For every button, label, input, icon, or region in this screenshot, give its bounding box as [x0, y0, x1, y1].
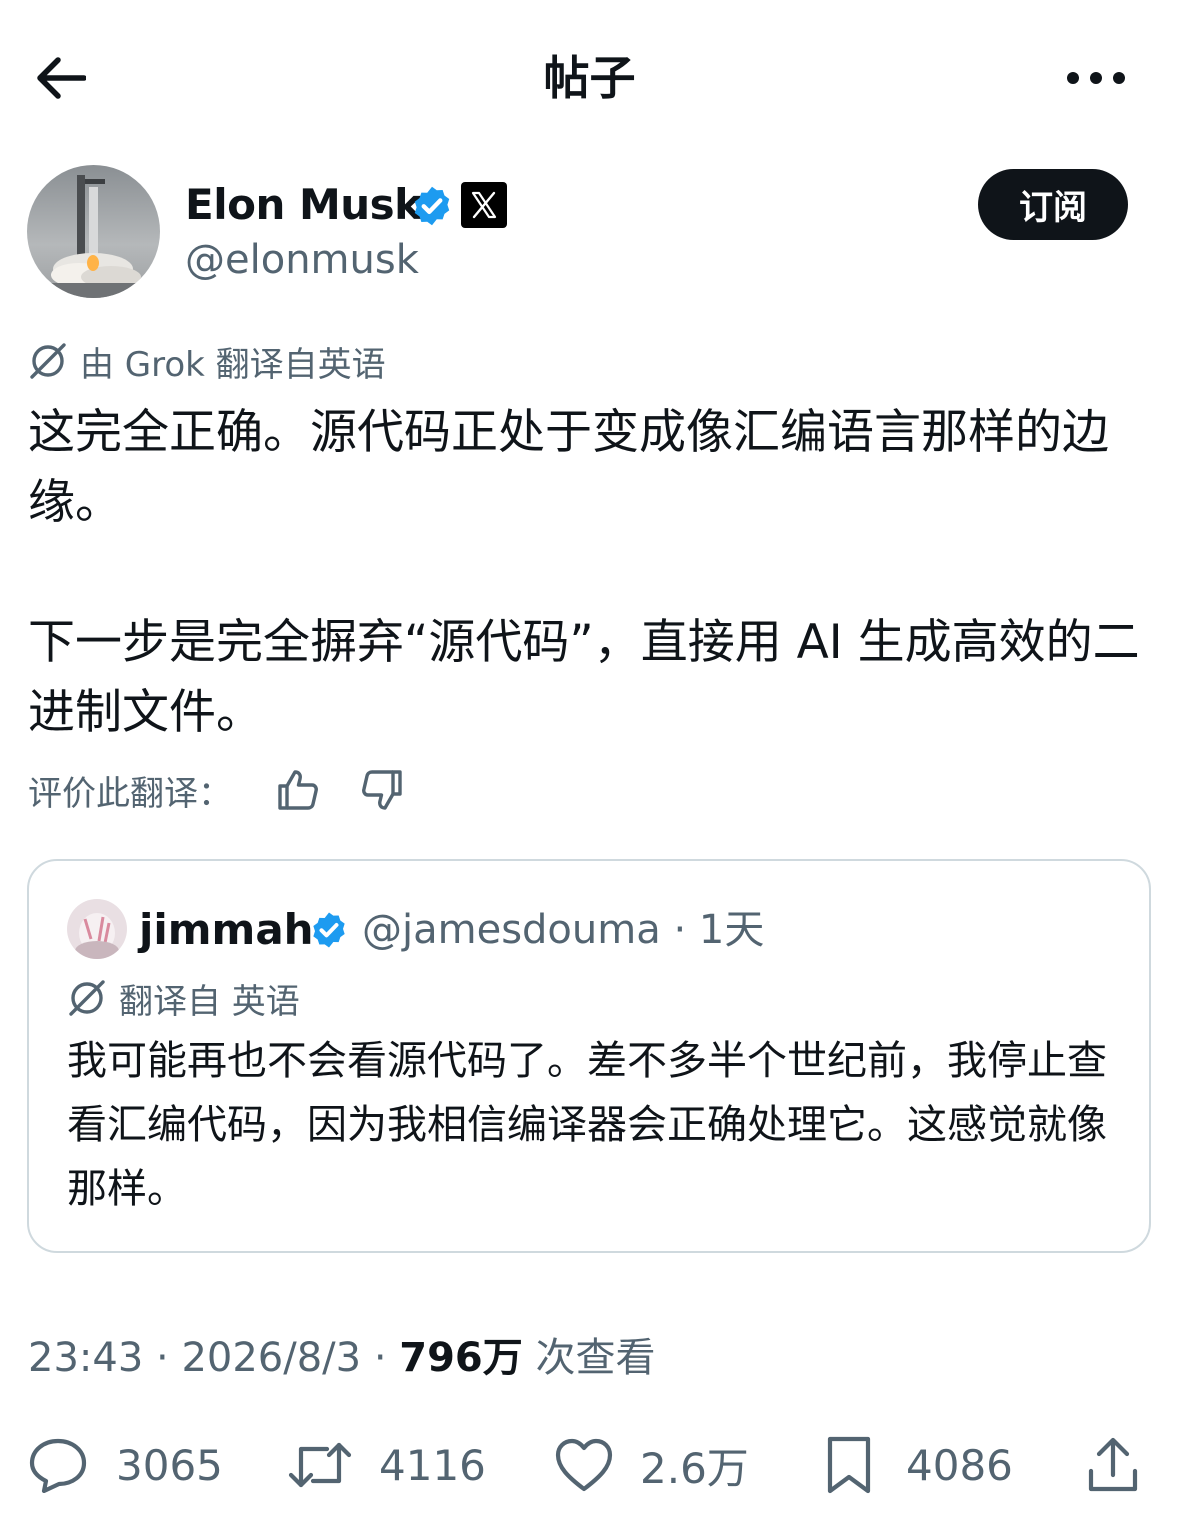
repost-count: 4116	[379, 1440, 486, 1490]
action-bar: 3065 4116 2.6万 4086	[0, 1425, 1179, 1505]
repost-icon	[288, 1442, 352, 1488]
like-count: 2.6万	[640, 1443, 749, 1493]
grok-icon	[69, 980, 105, 1016]
subscribe-button[interactable]: 订阅	[978, 169, 1128, 240]
quoted-author-name: jimmah	[139, 905, 314, 954]
view-count: 796万	[399, 1335, 523, 1381]
thumbs-up-button[interactable]	[274, 766, 322, 814]
post-time: 23:43	[28, 1335, 144, 1381]
quoted-post-text: 我可能再也不会看源代码了。差不多半个世纪前，我停止查看汇编代码，因为我相信编译器…	[67, 1038, 1107, 1212]
top-bar: 帖子	[0, 0, 1179, 150]
x-affiliation-icon	[461, 182, 507, 228]
tweet-paragraph-2: 下一步是完全摒弃“源代码”，直接用 AI 生成高效的二进制文件。	[28, 615, 1140, 740]
tweet-paragraph-1: 这完全正确。源代码正处于变成像汇编语言那样的边缘。	[28, 405, 1109, 530]
translation-note[interactable]: 由 Grok 翻译自英语	[28, 336, 386, 386]
grok-icon	[30, 343, 66, 379]
quoted-translation-text: 翻译自 英语	[119, 981, 300, 1022]
quoted-author-handle-time: @jamesdouma · 1天	[362, 907, 765, 953]
rate-translation: 评价此翻译：	[28, 762, 406, 818]
translation-note-text: 由 Grok 翻译自英语	[80, 344, 386, 385]
quoted-post[interactable]: jimmah @jamesdouma · 1天 翻译自 英语 我可能再也不会看源…	[27, 859, 1151, 1253]
bookmark-icon	[827, 1436, 871, 1494]
bookmark-button[interactable]: 4086	[824, 1425, 1013, 1505]
author-name[interactable]: Elon Musk	[185, 176, 422, 234]
verified-badge-icon	[414, 186, 450, 226]
tweet-body: 这完全正确。源代码正处于变成像汇编语言那样的边缘。 下一步是完全摒弃“源代码”，…	[28, 398, 1158, 748]
thumbs-up-icon	[278, 770, 318, 810]
meta-separator: ·	[156, 1335, 182, 1381]
view-count-label: 次查看	[535, 1335, 656, 1381]
repost-button[interactable]: 4116	[287, 1425, 486, 1505]
more-button[interactable]	[1058, 50, 1134, 106]
reply-count: 3065	[116, 1440, 223, 1490]
author-handle[interactable]: @elonmusk	[185, 232, 419, 288]
share-button[interactable]	[1086, 1425, 1140, 1505]
post-date: 2026/8/3	[181, 1335, 362, 1381]
reply-icon	[29, 1438, 87, 1493]
meta-separator: ·	[373, 1335, 400, 1381]
more-horizontal-icon	[1067, 72, 1125, 84]
author-avatar[interactable]	[27, 165, 160, 298]
quoted-translation-note: 翻译自 英语	[67, 973, 300, 1023]
thumbs-down-icon	[362, 770, 402, 810]
heart-icon	[555, 1438, 613, 1492]
share-icon	[1088, 1437, 1138, 1492]
reply-button[interactable]: 3065	[28, 1425, 223, 1505]
quoted-author-avatar	[67, 899, 127, 959]
like-button[interactable]: 2.6万	[554, 1425, 749, 1505]
verified-badge-icon	[313, 912, 345, 948]
rate-translation-label: 评价此翻译：	[28, 773, 232, 814]
page-title: 帖子	[543, 51, 636, 105]
bookmark-count: 4086	[906, 1440, 1013, 1490]
thumbs-down-button[interactable]	[358, 766, 406, 814]
post-meta: 23:43 · 2026/8/3 · 796万 次查看	[28, 1330, 655, 1386]
